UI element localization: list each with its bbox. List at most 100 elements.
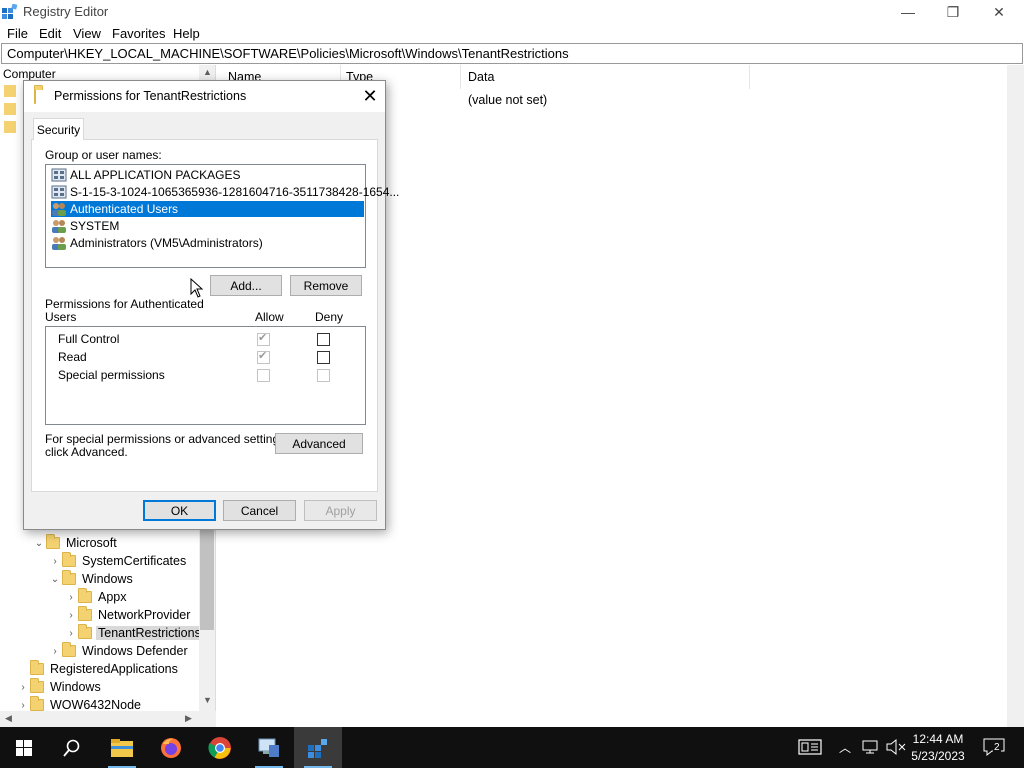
perm-read-label: Read xyxy=(58,350,87,364)
tree-root-computer[interactable]: Computer xyxy=(3,67,56,81)
allow-full-control-checkbox[interactable]: ✔ xyxy=(257,332,270,346)
taskbar: ︿ 12:44 AM 5/23/2023 2 xyxy=(0,727,1024,768)
value-data-cell[interactable]: (value not set) xyxy=(468,93,547,107)
list-item[interactable]: SYSTEM xyxy=(51,218,364,234)
scroll-left-icon[interactable]: ◀ xyxy=(5,713,12,724)
tree-item-appx[interactable]: › Appx xyxy=(64,588,129,606)
tree-item-networkprovider[interactable]: › NetworkProvider xyxy=(64,606,192,624)
clock-date[interactable]: 5/23/2023 xyxy=(898,749,978,763)
folder-icon xyxy=(34,88,36,104)
minimize-button[interactable]: — xyxy=(885,0,931,24)
registry-editor-taskbar-button[interactable] xyxy=(294,727,342,768)
tree-item-registeredapplications[interactable]: RegisteredApplications xyxy=(16,660,180,678)
tree-item-tenantrestrictions[interactable]: › TenantRestrictions xyxy=(64,624,203,642)
file-explorer-taskbar-button[interactable] xyxy=(98,727,146,768)
menu-file[interactable]: File xyxy=(7,26,28,41)
chevron-up-icon[interactable]: ︿ xyxy=(839,739,851,756)
deny-full-control-checkbox[interactable] xyxy=(317,333,330,346)
chevron-right-icon[interactable]: › xyxy=(48,556,62,567)
file-explorer-icon xyxy=(111,738,133,757)
users-icon xyxy=(52,203,66,216)
deny-column-header: Deny xyxy=(315,310,344,324)
apply-button[interactable]: Apply xyxy=(304,500,377,521)
remote-desktop-taskbar-button[interactable] xyxy=(245,727,293,768)
window-title: Registry Editor xyxy=(23,4,109,19)
cancel-button[interactable]: Cancel xyxy=(223,500,296,521)
users-listbox[interactable]: ALL APPLICATION PACKAGES S-1-15-3-1024-1… xyxy=(45,164,399,268)
chevron-right-icon[interactable]: › xyxy=(64,592,78,603)
advanced-button[interactable]: Advanced xyxy=(275,433,363,454)
tree-item-windows[interactable]: ⌄ Windows xyxy=(48,570,135,588)
network-icon[interactable] xyxy=(862,739,880,758)
group-names-label: Group or user names: xyxy=(45,148,162,162)
column-data[interactable]: Data xyxy=(468,70,494,84)
tree-item-windows-root[interactable]: › Windows xyxy=(16,678,103,696)
deny-special-checkbox[interactable] xyxy=(317,369,330,382)
menu-edit[interactable]: Edit xyxy=(39,26,61,41)
maximize-button[interactable]: ❐ xyxy=(930,0,976,24)
chevron-down-icon[interactable]: ⌄ xyxy=(32,538,46,549)
search-icon xyxy=(63,739,80,757)
task-view-icon[interactable] xyxy=(798,739,822,758)
title-bar: Registry Editor — ❐ ✕ xyxy=(0,0,1024,24)
tree-item-windows-defender[interactable]: › Windows Defender xyxy=(48,642,190,660)
chrome-icon xyxy=(208,736,231,759)
folder-icon xyxy=(4,121,16,133)
chevron-right-icon[interactable]: › xyxy=(16,700,30,711)
dialog-title-bar: Permissions for TenantRestrictions ✕ xyxy=(24,81,385,112)
tree-scroll-thumb[interactable] xyxy=(200,520,214,630)
close-button[interactable]: ✕ xyxy=(976,0,1022,24)
list-item[interactable]: Administrators (VM5\Administrators) xyxy=(51,235,364,251)
list-item[interactable]: ALL APPLICATION PACKAGES xyxy=(51,167,364,183)
folder-icon xyxy=(62,552,76,567)
menu-favorites[interactable]: Favorites xyxy=(112,26,165,41)
package-icon xyxy=(51,168,67,182)
add-button[interactable]: Add... xyxy=(210,275,282,296)
remove-button[interactable]: Remove xyxy=(290,275,362,296)
address-text: Computer\HKEY_LOCAL_MACHINE\SOFTWARE\Pol… xyxy=(7,46,569,61)
list-vertical-scrollbar[interactable] xyxy=(1007,65,1024,727)
scroll-down-icon[interactable]: ▼ xyxy=(203,695,212,705)
clock-time[interactable]: 12:44 AM xyxy=(898,732,978,746)
allow-column-header: Allow xyxy=(255,310,284,324)
network-computer-icon xyxy=(258,738,279,757)
folder-icon xyxy=(30,678,44,693)
chevron-down-icon[interactable]: ⌄ xyxy=(48,574,62,585)
scroll-up-icon[interactable]: ▲ xyxy=(203,67,212,77)
chevron-right-icon[interactable]: › xyxy=(64,610,78,621)
menu-help[interactable]: Help xyxy=(173,26,200,41)
list-item-selected[interactable]: Authenticated Users xyxy=(51,201,364,217)
permissions-for-label: Permissions for Authenticated xyxy=(45,297,204,311)
allow-read-checkbox[interactable]: ✔ xyxy=(257,350,270,364)
checkmark-icon: ✔ xyxy=(258,332,268,344)
search-button[interactable] xyxy=(48,727,96,768)
tree-item-systemcertificates[interactable]: › SystemCertificates xyxy=(48,552,188,570)
mouse-cursor-icon xyxy=(190,278,203,298)
start-button[interactable] xyxy=(0,727,48,768)
permissions-dialog: Permissions for TenantRestrictions ✕ Sec… xyxy=(23,80,399,530)
chevron-right-icon[interactable]: › xyxy=(16,682,30,693)
firefox-taskbar-button[interactable] xyxy=(147,727,195,768)
tab-security[interactable]: Security xyxy=(33,118,84,140)
tree-horizontal-scrollbar[interactable]: ◀ ▶ xyxy=(0,711,216,727)
list-item[interactable]: S-1-15-3-1024-1065365936-1281604716-3511… xyxy=(51,184,399,200)
tree-item-microsoft[interactable]: ⌄ Microsoft xyxy=(32,534,119,552)
menu-view[interactable]: View xyxy=(73,26,101,41)
ok-button[interactable]: OK xyxy=(143,500,216,521)
folder-icon xyxy=(30,660,44,675)
menu-bar: File Edit View Favorites Help xyxy=(0,24,1024,44)
notification-center-button[interactable]: 2 xyxy=(982,737,1006,757)
folder-icon xyxy=(30,696,44,711)
dialog-close-button[interactable]: ✕ xyxy=(358,85,382,107)
chevron-right-icon[interactable]: › xyxy=(48,646,62,657)
deny-read-checkbox[interactable] xyxy=(317,351,330,364)
folder-icon xyxy=(78,624,92,639)
folder-icon xyxy=(78,606,92,621)
address-bar[interactable]: Computer\HKEY_LOCAL_MACHINE\SOFTWARE\Pol… xyxy=(1,43,1023,64)
allow-special-checkbox[interactable] xyxy=(257,369,270,382)
chrome-taskbar-button[interactable] xyxy=(196,727,244,768)
perm-special-label: Special permissions xyxy=(58,368,165,382)
permissions-for-label-line2: Users xyxy=(45,310,77,324)
chevron-right-icon[interactable]: › xyxy=(64,628,78,639)
scroll-right-icon[interactable]: ▶ xyxy=(185,713,192,724)
